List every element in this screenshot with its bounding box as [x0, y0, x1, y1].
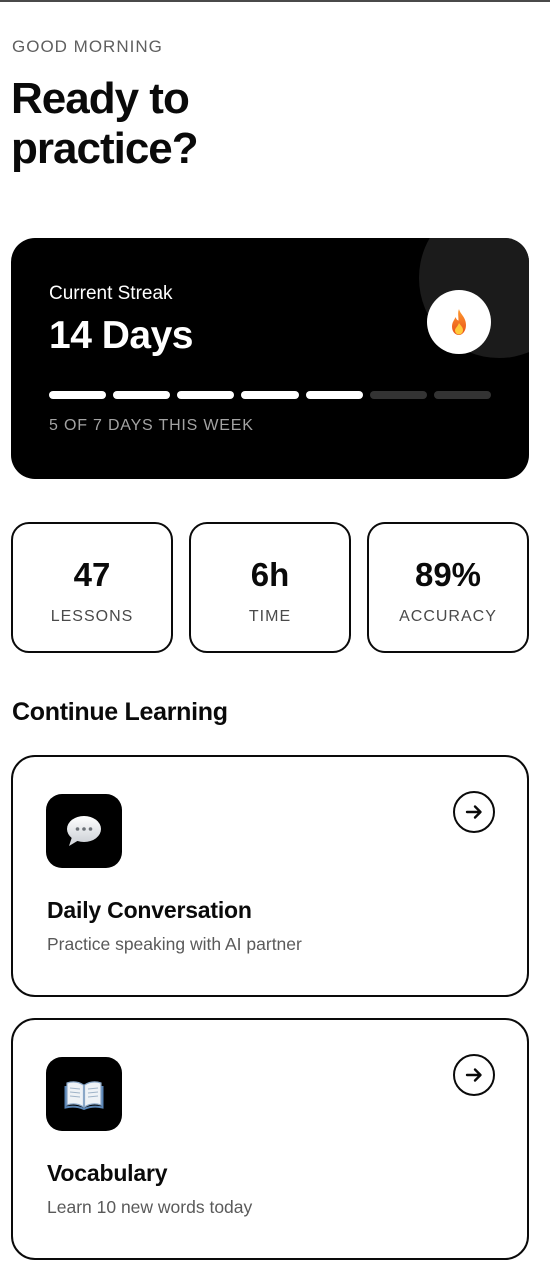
lesson-title: Daily Conversation — [47, 897, 252, 923]
lesson-card-vocabulary[interactable]: Vocabulary Learn 10 new words today — [11, 1018, 529, 1260]
stat-value: 6h — [250, 556, 290, 593]
page-title: Ready to practice? — [11, 74, 199, 173]
progress-segment — [433, 391, 491, 399]
home-screen: GOOD MORNING Ready to practice? Current … — [0, 0, 550, 1266]
lesson-card-daily-conversation[interactable]: Daily Conversation Practice speaking wit… — [11, 755, 529, 997]
arrow-right-icon — [465, 1068, 482, 1082]
open-lesson-button[interactable] — [453, 1054, 495, 1096]
stat-value: 47 — [73, 556, 111, 593]
open-book-icon — [64, 1081, 104, 1110]
stat-card-lessons[interactable]: 47 LESSONS — [11, 522, 173, 653]
fire-icon — [452, 309, 466, 335]
lesson-icon-tile — [46, 1057, 122, 1131]
progress-segment — [241, 391, 299, 399]
speech-bubble-icon — [67, 816, 101, 846]
fire-badge — [427, 290, 491, 354]
streak-label: Current Streak — [49, 283, 173, 304]
progress-segment — [305, 391, 363, 399]
stat-label: LESSONS — [50, 608, 134, 625]
weekly-progress-bar — [49, 391, 491, 399]
lesson-title: Vocabulary — [47, 1160, 168, 1186]
progress-segment — [177, 391, 235, 399]
progress-caption: 5 OF 7 DAYS THIS WEEK — [49, 417, 254, 434]
progress-segment — [369, 391, 427, 399]
stat-card-accuracy[interactable]: 89% ACCURACY — [367, 522, 529, 653]
lesson-subtitle: Learn 10 new words today — [47, 1197, 253, 1217]
progress-segment — [113, 391, 171, 399]
stat-label: TIME — [248, 608, 292, 625]
lesson-icon-tile — [46, 794, 122, 868]
stat-card-time[interactable]: 6h TIME — [189, 522, 351, 653]
arrow-right-icon — [465, 805, 482, 819]
stat-label: ACCURACY — [399, 608, 497, 625]
lesson-subtitle: Practice speaking with AI partner — [47, 934, 302, 954]
greeting: GOOD MORNING — [12, 37, 163, 56]
streak-card[interactable]: Current Streak 14 Days 5 OF 7 DAYS THIS … — [11, 238, 529, 479]
streak-value: 14 Days — [49, 314, 193, 357]
section-title: Continue Learning — [12, 698, 228, 726]
stat-value: 89% — [414, 556, 482, 593]
progress-segment — [49, 391, 107, 399]
open-lesson-button[interactable] — [453, 791, 495, 833]
